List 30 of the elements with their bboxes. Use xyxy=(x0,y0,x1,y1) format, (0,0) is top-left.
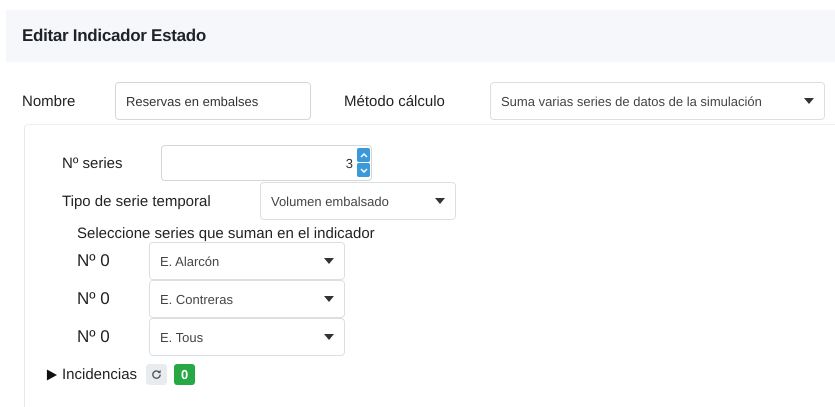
page-title: Editar Indicador Estado xyxy=(22,26,206,46)
series-type-select[interactable]: Volumen embalsado xyxy=(260,182,456,220)
caret-icon xyxy=(324,258,334,264)
number-input-field[interactable]: 3 xyxy=(161,145,372,181)
series-select[interactable]: E. Tous xyxy=(149,318,345,356)
increment-button[interactable] xyxy=(357,148,370,162)
name-input-field[interactable]: Reservas en embalses xyxy=(115,82,311,120)
field-label: Tipo de serie temporal xyxy=(62,192,212,210)
field-label: Método cálculo xyxy=(344,92,446,110)
section-toggle[interactable]: Incidencias xyxy=(62,366,138,383)
series-select[interactable]: E. Alarcón xyxy=(149,242,345,280)
caret-icon xyxy=(804,98,814,104)
section-label: Seleccione series que suman en el indicador xyxy=(77,225,376,242)
decrement-button[interactable] xyxy=(357,163,370,177)
caret-icon xyxy=(435,198,445,204)
method-select[interactable]: Suma varias series de datos de la simulación xyxy=(490,82,825,120)
caret-icon xyxy=(324,296,334,302)
expand-triangle-icon[interactable] xyxy=(46,368,57,380)
field-label: Nº series xyxy=(62,154,124,172)
caret-icon xyxy=(324,334,334,340)
series-number: Nº 0 xyxy=(77,251,111,271)
chevron-down-icon xyxy=(360,168,368,172)
series-number: Nº 0 xyxy=(77,327,111,347)
field-label: Nombre xyxy=(22,92,76,110)
series-select[interactable]: E. Contreras xyxy=(149,280,345,318)
count-badge: 0 xyxy=(174,364,196,385)
series-number: Nº 0 xyxy=(77,289,111,309)
refresh-button[interactable] xyxy=(146,364,168,385)
refresh-icon xyxy=(151,369,162,380)
chevron-up-icon xyxy=(360,152,368,158)
